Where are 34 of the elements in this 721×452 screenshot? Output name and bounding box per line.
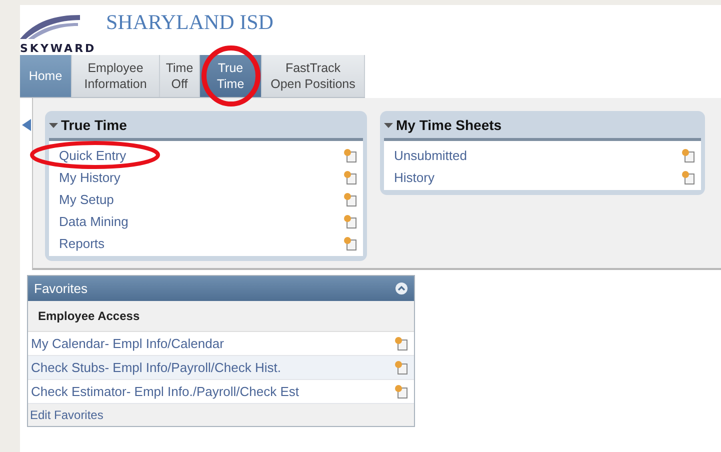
page-icon[interactable] [681, 170, 695, 184]
page-icon[interactable] [394, 360, 408, 375]
edit-favorites-link[interactable]: Edit Favorites [30, 408, 104, 422]
page-icon[interactable] [343, 148, 357, 162]
collapse-arrow-icon[interactable] [22, 119, 31, 131]
page-icon[interactable] [343, 214, 357, 228]
highlight-ellipse [200, 45, 262, 107]
group-heading: Employee Access [38, 309, 140, 323]
nav-tab[interactable]: Home [20, 55, 72, 97]
district-name: SHARYLAND ISD [106, 10, 274, 35]
menu-link[interactable]: My Setup [59, 192, 114, 206]
collapse-icon[interactable] [395, 282, 408, 295]
nav-tab[interactable]: Employee Information [72, 55, 160, 97]
page-icon[interactable] [343, 170, 357, 184]
page-icon[interactable] [681, 148, 695, 162]
menu-link[interactable]: My History [59, 170, 120, 184]
caret-down-icon[interactable] [384, 122, 393, 128]
nav-tab[interactable]: FastTrack Open Positions [262, 55, 365, 97]
panel-title: True Time [61, 116, 127, 132]
logo-text: SKYWARD [20, 42, 96, 55]
favorite-link[interactable]: Check Estimator- Empl Info./Payroll/Check Est [31, 384, 300, 399]
menu-link[interactable]: History [394, 170, 434, 184]
caret-down-icon[interactable] [49, 122, 58, 128]
page-icon[interactable] [394, 336, 408, 351]
page-icon[interactable] [394, 384, 408, 399]
page-icon[interactable] [343, 236, 357, 250]
menu-link[interactable]: Unsubmitted [394, 148, 467, 162]
favorite-link[interactable]: My Calendar- Empl Info/Calendar [31, 336, 224, 351]
menu-link[interactable]: Data Mining [59, 214, 128, 228]
page-icon[interactable] [343, 192, 357, 206]
swoosh-icon [20, 13, 80, 39]
menu-link[interactable]: Reports [59, 236, 105, 250]
panel-title: My Time Sheets [396, 116, 502, 132]
favorites-title: Favorites [34, 281, 88, 296]
